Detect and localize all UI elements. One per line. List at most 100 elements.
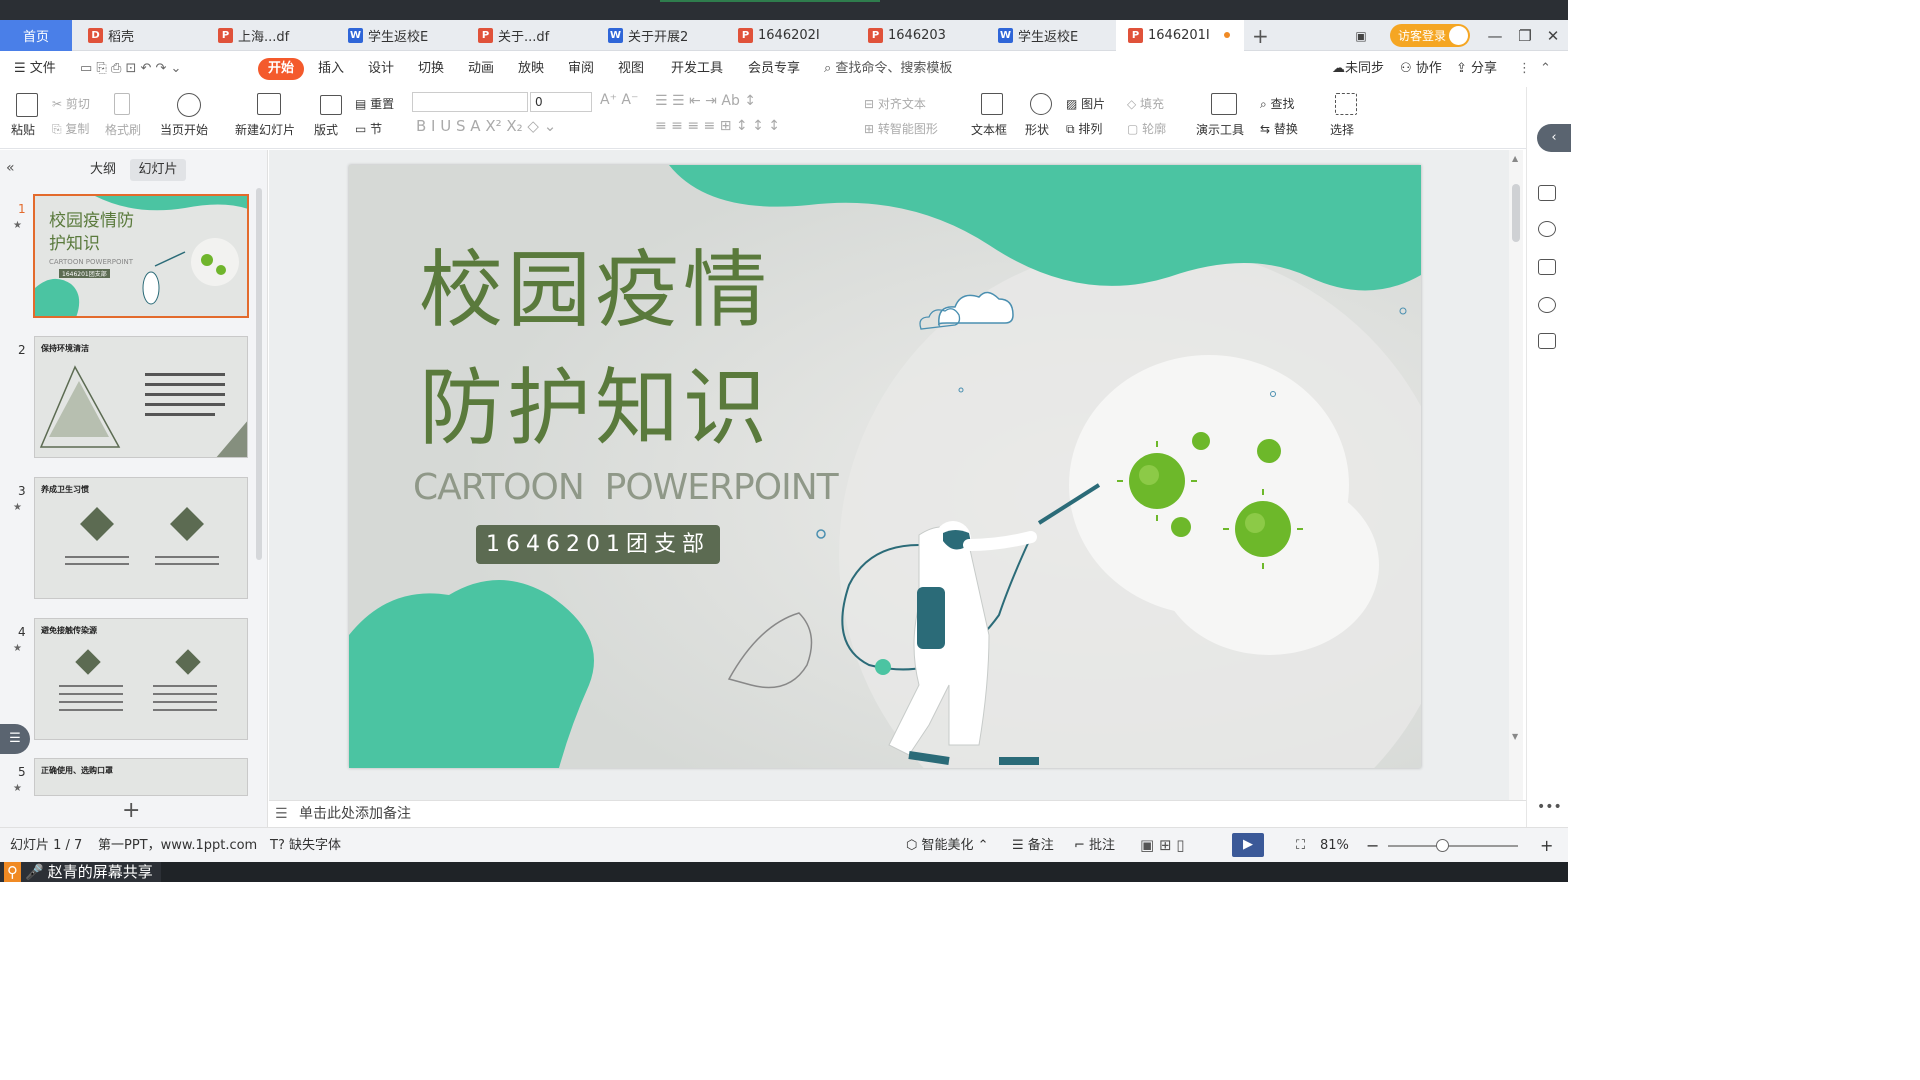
tab-document[interactable]: W 学生返校E — [336, 20, 464, 51]
copy-button[interactable]: ⎘ 复制 — [52, 120, 89, 137]
theme-name[interactable]: 第一PPT，www.1ppt.com — [98, 828, 257, 863]
share-button[interactable]: ⇪ 分享 — [1456, 51, 1497, 87]
notes-pane[interactable]: ☰ 单击此处添加备注 — [269, 800, 1526, 827]
missing-font-button[interactable]: T? 缺失字体 — [270, 828, 341, 863]
picture-button[interactable]: ▨ 图片 — [1066, 95, 1105, 112]
zoom-in-icon[interactable]: + — [1540, 828, 1553, 863]
slide-thumbnail-5[interactable]: 正确使用、选购口罩 — [34, 758, 248, 796]
tab-document[interactable]: P 1646202I — [726, 20, 854, 51]
format-painter-button[interactable]: 格式刷 — [105, 121, 141, 138]
visitor-login-button[interactable]: 访客登录 — [1390, 24, 1470, 47]
close-icon[interactable]: ✕ — [1538, 20, 1568, 51]
add-slide-button[interactable]: + — [122, 798, 140, 823]
restore-icon[interactable]: ❐ — [1510, 20, 1540, 51]
paste-icon[interactable] — [16, 93, 38, 117]
menu-tab-developer[interactable]: 开发工具 — [671, 51, 723, 87]
tab-document[interactable]: W 关于开展2 — [596, 20, 724, 51]
play-from-current-button[interactable]: 当页开始 — [160, 121, 208, 138]
smart-beautify-button[interactable]: ⬡ 智能美化 ⌃ — [906, 828, 989, 863]
align-text-button[interactable]: ⊟ 对齐文本 — [864, 95, 926, 112]
outline-tab[interactable]: 大纲 — [80, 159, 126, 181]
collab-button[interactable]: ⚇ 协作 — [1400, 51, 1442, 87]
font-grow-shrink-icons[interactable]: A⁺ A⁻ — [600, 92, 638, 108]
tab-document-active[interactable]: P 1646201I — [1116, 20, 1244, 51]
new-tab-button[interactable]: + — [1248, 20, 1274, 51]
editor-vertical-scrollbar[interactable]: ▲ ▼ — [1509, 150, 1523, 800]
outline-button[interactable]: ▢ 轮廓 — [1127, 120, 1166, 137]
slide-switch-icon[interactable] — [1538, 259, 1556, 275]
slide-subtitle[interactable]: CARTOON POWERPOINT — [413, 467, 839, 508]
play-slideshow-icon[interactable]: ▶ — [1232, 833, 1264, 857]
menu-tab-transitions[interactable]: 切换 — [418, 51, 444, 87]
menu-tab-member[interactable]: 会员专享 — [748, 51, 800, 87]
more-icon[interactable]: ⋮ — [1518, 51, 1531, 87]
slide-thumbnail-3[interactable]: 养成卫生习惯 — [34, 477, 248, 599]
more-options-icon[interactable]: ••• — [1537, 799, 1562, 815]
new-slide-button[interactable]: 新建幻灯片 — [235, 121, 295, 138]
menu-tab-design[interactable]: 设计 — [368, 51, 394, 87]
list-icons[interactable]: ☰ ☰ ⇤ ⇥ Ab ↕ — [655, 93, 756, 109]
presenter-tools-button[interactable]: 演示工具 — [1196, 121, 1244, 138]
notes-toggle-button[interactable]: ☰ 备注 — [1012, 828, 1054, 863]
menu-tab-animations[interactable]: 动画 — [468, 51, 494, 87]
slide-canvas[interactable]: 校园疫情 防护知识 CARTOON POWERPOINT 1646201团支部 — [349, 165, 1421, 768]
zoom-slider-handle[interactable] — [1436, 839, 1449, 852]
sidebar-toggle-icon[interactable]: ‹ — [1537, 124, 1571, 152]
menu-tab-slideshow[interactable]: 放映 — [518, 51, 544, 87]
layout-button[interactable]: 版式 — [314, 121, 338, 138]
slide-title-line-1[interactable]: 校园疫情 — [419, 231, 771, 349]
command-search[interactable]: ⌕ 查找命令、搜索模板 — [824, 51, 952, 87]
comments-button[interactable]: ⌐ 批注 — [1074, 828, 1115, 863]
tab-document[interactable]: P 1646203 — [856, 20, 984, 51]
menu-tab-insert[interactable]: 插入 — [318, 51, 344, 87]
slide-thumbnail-4[interactable]: 避免接触传染源 — [34, 618, 248, 740]
smart-shape-button[interactable]: ⊞ 转智能图形 — [864, 120, 938, 137]
fit-window-icon[interactable]: ⛶ — [1296, 828, 1305, 863]
scroll-thumb[interactable] — [1512, 184, 1520, 242]
settings-sliders-icon[interactable] — [1538, 185, 1556, 201]
help-icon[interactable] — [1538, 297, 1556, 313]
tab-document[interactable]: P 关于...df — [466, 20, 594, 51]
file-menu[interactable]: ☰ 文件 — [14, 51, 56, 87]
minimize-icon[interactable]: — — [1480, 20, 1510, 51]
slide-thumbnail-1[interactable]: 校园疫情防护知识 CARTOON POWERPOINT 1646201团支部 — [33, 194, 249, 318]
fill-button[interactable]: ◇ 填充 — [1127, 95, 1164, 112]
collapse-ribbon-icon[interactable]: ⌃ — [1540, 51, 1551, 87]
shape-button[interactable]: 形状 — [1025, 121, 1049, 138]
tab-document[interactable]: W 学生返校E — [986, 20, 1114, 51]
zoom-slider[interactable] — [1388, 845, 1518, 847]
textbox-button[interactable]: 文本框 — [971, 121, 1007, 138]
tab-home[interactable]: 首页 — [0, 20, 72, 51]
paragraph-align-icons[interactable]: ≡ ≡ ≡ ≡ ⊞ ↕ ↕ ↕ — [655, 118, 780, 134]
scroll-down-icon[interactable]: ▼ — [1512, 732, 1518, 741]
reset-button[interactable]: ▤ 重置 — [355, 95, 394, 112]
star-icon[interactable] — [1538, 221, 1556, 237]
menu-tab-review[interactable]: 审阅 — [568, 51, 594, 87]
zoom-out-icon[interactable]: − — [1366, 828, 1379, 863]
scroll-up-icon[interactable]: ▲ — [1512, 154, 1518, 163]
find-button[interactable]: ⌕ 查找 — [1260, 95, 1295, 112]
arrange-button[interactable]: ⧉ 排列 — [1066, 120, 1102, 137]
cut-button[interactable]: ✂ 剪切 — [52, 95, 90, 112]
slides-tab[interactable]: 幻灯片 — [130, 159, 186, 181]
font-family-select[interactable] — [412, 92, 528, 112]
font-size-select[interactable]: 0 — [530, 92, 592, 112]
menu-tab-home[interactable]: 开始 — [258, 58, 305, 80]
section-button[interactable]: ▭ 节 — [355, 120, 382, 137]
quick-access-toolbar[interactable]: ▭ ⎘ ⎙ ⊡ ↶ ↷ ⌄ — [80, 51, 181, 87]
select-button[interactable]: 选择 — [1330, 121, 1354, 138]
zoom-level[interactable]: 81% — [1320, 828, 1349, 863]
slide-badge[interactable]: 1646201团支部 — [476, 525, 720, 564]
sync-button[interactable]: ☁未同步 — [1332, 51, 1384, 87]
backup-icon[interactable] — [1538, 333, 1556, 349]
paste-button[interactable]: 粘贴 — [11, 121, 35, 138]
tab-document[interactable]: P 上海...df — [206, 20, 334, 51]
slide-thumbnail-2[interactable]: 保持环境清洁 — [34, 336, 248, 458]
tab-list-icon[interactable]: ▣ — [1346, 20, 1376, 51]
view-mode-icons[interactable]: ▣ ⊞ ▯ — [1140, 828, 1185, 863]
panel-scrollbar[interactable] — [256, 188, 262, 560]
tab-docer[interactable]: D 稻壳 — [76, 20, 204, 51]
slide-title-line-2[interactable]: 防护知识 — [419, 349, 771, 467]
replace-button[interactable]: ⇆ 替换 — [1260, 120, 1298, 137]
collapse-panel-icon[interactable]: « — [6, 160, 15, 176]
